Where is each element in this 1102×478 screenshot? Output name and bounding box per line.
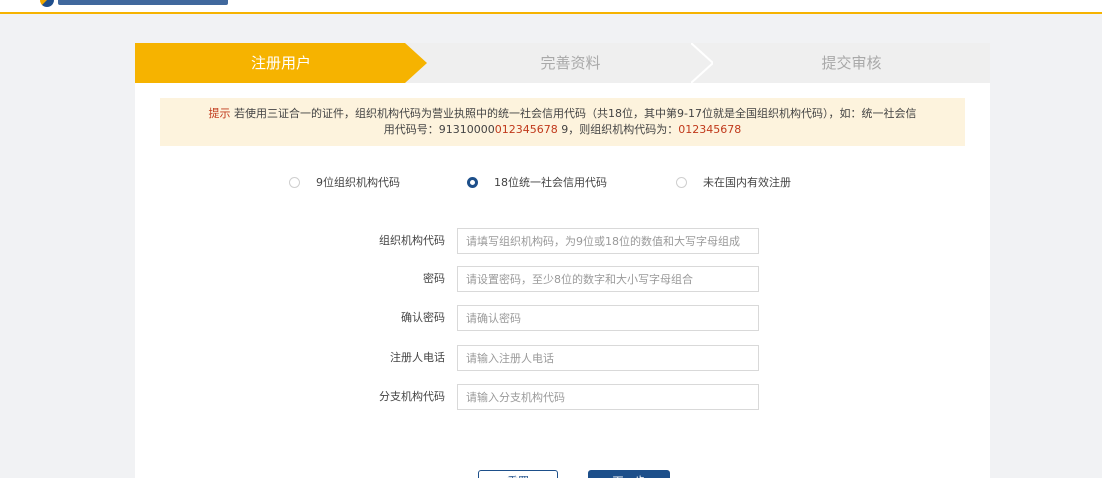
code-type-options: 9位组织机构代码 18位统一社会信用代码 未在国内有效注册 bbox=[135, 174, 990, 192]
notice-text-1: 若使用三证合一的证件，组织机构代码为营业执照中的统一社会信用代码（共18位，其中… bbox=[230, 107, 917, 120]
org-code-row: 组织机构代码 bbox=[135, 228, 990, 254]
confirm-password-row: 确认密码 bbox=[135, 305, 990, 331]
notice-prefix: 提示 bbox=[208, 107, 231, 120]
radio-dot[interactable] bbox=[467, 176, 478, 188]
org-code-input[interactable] bbox=[457, 228, 759, 254]
phone-input[interactable] bbox=[457, 345, 759, 371]
top-header bbox=[0, 0, 1102, 14]
radio-dot[interactable] bbox=[676, 176, 687, 188]
org-code-label: 组织机构代码 bbox=[379, 234, 445, 247]
step-register-user: 注册用户 bbox=[135, 43, 427, 83]
branch-code-label: 分支机构代码 bbox=[379, 390, 445, 403]
step-complete-info: 完善资料 bbox=[540, 54, 601, 72]
notice-line-1: 提示 若使用三证合一的证件，组织机构代码为营业执照中的统一社会信用代码（共18位… bbox=[160, 106, 965, 122]
branch-code-row: 分支机构代码 bbox=[135, 384, 990, 410]
radio-18-digit[interactable]: 18位统一社会信用代码 bbox=[467, 174, 607, 190]
radio-not-registered[interactable]: 未在国内有效注册 bbox=[676, 174, 791, 190]
password-row: 密码 bbox=[135, 266, 990, 292]
reset-button[interactable]: 重置 bbox=[478, 470, 558, 478]
radio-label: 18位统一社会信用代码 bbox=[494, 176, 607, 189]
radio-label: 未在国内有效注册 bbox=[703, 176, 791, 189]
password-label: 密码 bbox=[423, 272, 445, 285]
registration-card: 注册用户 完善资料 提交审核 提示 若使用三证合一的证件，组织机构代码为营业执照… bbox=[135, 43, 990, 478]
radio-9-digit[interactable]: 9位组织机构代码 bbox=[289, 174, 400, 190]
step-submit-review: 提交审核 bbox=[821, 54, 882, 72]
site-logo[interactable] bbox=[40, 0, 228, 8]
notice-line-2: 用代码号：91310000012345678 9，则组织机构代码为：012345… bbox=[160, 122, 965, 138]
phone-row: 注册人电话 bbox=[135, 345, 990, 371]
logo-wordmark bbox=[58, 0, 228, 5]
notice-example-code: 012345678 bbox=[494, 123, 558, 136]
password-input[interactable] bbox=[457, 266, 759, 292]
step-indicator: 注册用户 完善资料 提交审核 bbox=[135, 43, 990, 83]
confirm-password-label: 确认密码 bbox=[401, 311, 445, 324]
logo-icon bbox=[40, 0, 54, 7]
radio-label: 9位组织机构代码 bbox=[316, 176, 400, 189]
confirm-password-input[interactable] bbox=[457, 305, 759, 331]
notice-text-2a: 用代码号：91310000 bbox=[383, 123, 495, 136]
notice-box: 提示 若使用三证合一的证件，组织机构代码为营业执照中的统一社会信用代码（共18位… bbox=[160, 98, 965, 146]
notice-result-code: 012345678 bbox=[678, 123, 742, 136]
branch-code-input[interactable] bbox=[457, 384, 759, 410]
step-chevron-icon bbox=[691, 43, 713, 83]
phone-label: 注册人电话 bbox=[390, 351, 445, 364]
next-button[interactable]: 下一步 bbox=[588, 470, 670, 478]
notice-text-2c: 9，则组织机构代码为： bbox=[557, 123, 679, 136]
radio-dot[interactable] bbox=[289, 176, 300, 188]
